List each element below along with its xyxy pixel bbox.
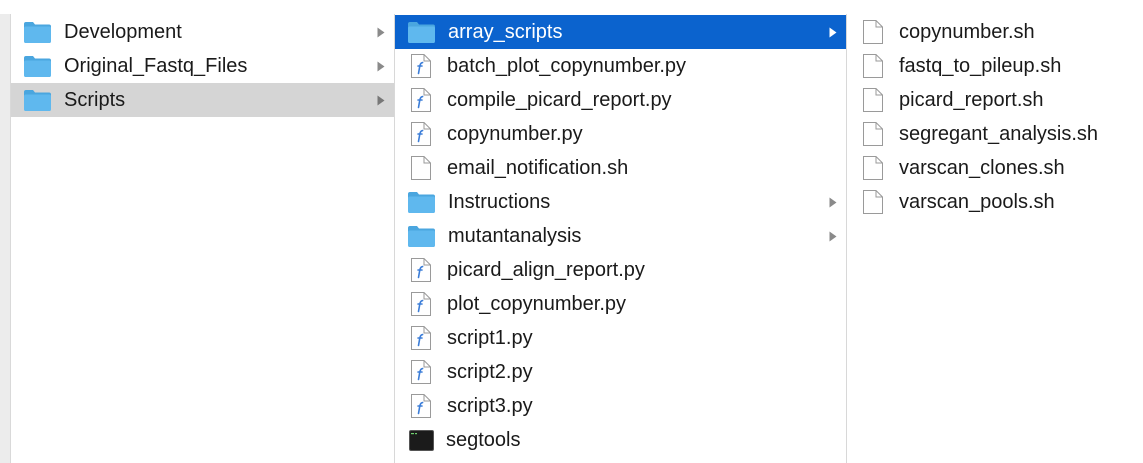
item-label: copynumber.sh: [899, 20, 1035, 43]
python-file-icon: [410, 87, 432, 113]
item-label: picard_align_report.py: [447, 258, 645, 281]
file-item-batch-plot-copynumber-py[interactable]: batch_plot_copynumber.py: [395, 49, 846, 83]
file-item-segtools[interactable]: segtools: [395, 423, 846, 457]
file-item-compile-picard-report-py[interactable]: compile_picard_report.py: [395, 83, 846, 117]
file-item-picard-align-report-py[interactable]: picard_align_report.py: [395, 253, 846, 287]
document-icon: [862, 19, 884, 45]
file-item-picard-report-sh[interactable]: picard_report.sh: [847, 83, 1143, 117]
item-label: script2.py: [447, 360, 533, 383]
folder-icon: [407, 21, 436, 44]
chevron-right-icon: [829, 27, 837, 38]
top-edge: [0, 0, 1143, 14]
column-3[interactable]: copynumber.sh fastq_to_pileup.sh picard_re…: [847, 14, 1143, 463]
column-2[interactable]: array_scripts batch_plot_copynumber.pycom…: [395, 14, 847, 463]
item-label: batch_plot_copynumber.py: [447, 54, 687, 77]
file-item-varscan-pools-sh[interactable]: varscan_pools.sh: [847, 185, 1143, 219]
folder-icon: [23, 21, 52, 44]
document-icon: [862, 121, 884, 147]
folder-item-development[interactable]: Development: [11, 15, 394, 49]
python-file-icon: [410, 393, 432, 419]
folder-icon: [407, 225, 436, 248]
folder-icon: [23, 55, 52, 78]
item-label: varscan_pools.sh: [899, 190, 1055, 213]
finder-column-browser: Development Original_Fastq_Files Scripts a…: [0, 0, 1143, 463]
folder-icon: [23, 89, 52, 112]
column-1[interactable]: Development Original_Fastq_Files Scripts: [11, 14, 395, 463]
file-item-script2-py[interactable]: script2.py: [395, 355, 846, 389]
item-label: copynumber.py: [447, 122, 583, 145]
python-file-icon: [410, 291, 432, 317]
file-item-copynumber-sh[interactable]: copynumber.sh: [847, 15, 1143, 49]
file-item-fastq-to-pileup-sh[interactable]: fastq_to_pileup.sh: [847, 49, 1143, 83]
item-label: script1.py: [447, 326, 533, 349]
item-label: segregant_analysis.sh: [899, 122, 1099, 145]
folder-item-array-scripts[interactable]: array_scripts: [395, 15, 846, 49]
chevron-right-icon: [829, 197, 837, 208]
item-label: picard_report.sh: [899, 88, 1044, 111]
python-file-icon: [410, 53, 432, 79]
folder-item-mutantanalysis[interactable]: mutantanalysis: [395, 219, 846, 253]
python-file-icon: [410, 359, 432, 385]
file-item-script3-py[interactable]: script3.py: [395, 389, 846, 423]
folder-item-original-fastq-files[interactable]: Original_Fastq_Files: [11, 49, 394, 83]
python-file-icon: [410, 121, 432, 147]
item-label: mutantanalysis: [448, 224, 582, 247]
item-label: Original_Fastq_Files: [64, 54, 248, 77]
folder-item-instructions[interactable]: Instructions: [395, 185, 846, 219]
item-label: Instructions: [448, 190, 551, 213]
document-icon: [862, 87, 884, 113]
document-icon: [862, 189, 884, 215]
item-label: Scripts: [64, 88, 126, 111]
chevron-right-icon: [829, 231, 837, 242]
chevron-right-icon: [377, 95, 385, 106]
file-item-email-notification-sh[interactable]: email_notification.sh: [395, 151, 846, 185]
chevron-right-icon: [377, 27, 385, 38]
item-label: array_scripts: [448, 20, 563, 43]
item-label: plot_copynumber.py: [447, 292, 627, 315]
document-icon: [862, 155, 884, 181]
folder-icon: [407, 191, 436, 214]
python-file-icon: [410, 325, 432, 351]
folder-item-scripts[interactable]: Scripts: [11, 83, 394, 117]
file-item-copynumber-py[interactable]: copynumber.py: [395, 117, 846, 151]
file-item-segregant-analysis-sh[interactable]: segregant_analysis.sh: [847, 117, 1143, 151]
chevron-right-icon: [377, 61, 385, 72]
item-label: Development: [64, 20, 182, 43]
document-icon: [410, 155, 432, 181]
terminal-icon: [409, 429, 434, 451]
file-item-varscan-clones-sh[interactable]: varscan_clones.sh: [847, 151, 1143, 185]
python-file-icon: [410, 257, 432, 283]
item-label: varscan_clones.sh: [899, 156, 1065, 179]
left-edge: [0, 14, 11, 463]
item-label: fastq_to_pileup.sh: [899, 54, 1062, 77]
file-item-plot-copynumber-py[interactable]: plot_copynumber.py: [395, 287, 846, 321]
item-label: email_notification.sh: [447, 156, 629, 179]
item-label: compile_picard_report.py: [447, 88, 672, 111]
item-label: script3.py: [447, 394, 533, 417]
item-label: segtools: [446, 428, 521, 451]
document-icon: [862, 53, 884, 79]
file-item-script1-py[interactable]: script1.py: [395, 321, 846, 355]
